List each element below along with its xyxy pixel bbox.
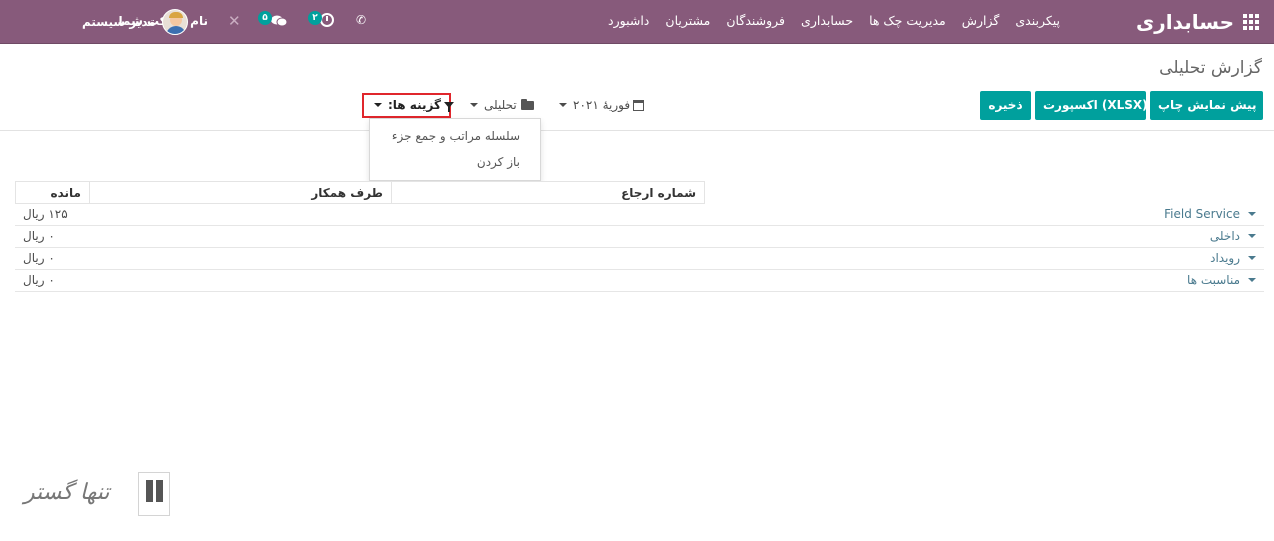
menu-item-customers[interactable]: مشتریان [657,0,718,44]
row-label-text: مناسبت ها [1187,273,1240,287]
print-preview-button[interactable]: پیش نمایش چاپ [1150,91,1263,120]
watermark-text: تنها گستر [24,480,110,505]
chevron-down-icon [374,103,382,107]
app-brand: حسابداری [1135,10,1234,34]
row-label-text: رویداد [1210,251,1240,265]
apps-grid-icon[interactable] [1243,14,1259,30]
table-row[interactable]: داخلی ۰ ریال [15,226,1264,248]
analytic-filter-dropdown[interactable]: تحلیلی [464,96,534,114]
menu-item-accounting[interactable]: حسابداری [793,0,861,44]
caret-down-icon [1248,234,1256,238]
row-label[interactable]: داخلی [1210,229,1256,243]
chevron-down-icon [559,103,567,107]
row-label-text: داخلی [1209,229,1240,243]
row-label[interactable]: Field Service [1164,207,1256,221]
menu-item-dashboard[interactable]: داشبورد [600,0,657,44]
table-row[interactable]: رویداد ۰ ریال [15,248,1264,270]
page-title: گزارش تحلیلی [1159,58,1262,78]
row-balance: ۰ ریال [23,229,55,243]
menu-item-check-management[interactable]: مدیریت چک ها [861,0,954,44]
top-navbar: حسابداری داشبورد مشتریان فروشندگان حسابد… [0,0,1274,44]
messages-chat-icon[interactable] [271,14,287,28]
date-filter-label: فوریهٔ ۲۰۲۱ [573,98,631,112]
row-label-text: Field Service [1164,207,1240,221]
phone-icon[interactable]: ✆ [356,12,366,28]
caret-down-icon [1248,278,1256,282]
menu-item-vendors[interactable]: فروشندگان [718,0,793,44]
watermark: تنها گستر [24,472,170,518]
user-menu[interactable]: مدیر سیستم [82,7,188,37]
export-xlsx-button[interactable]: اکسپورت (XLSX) [1035,91,1148,120]
chevron-down-icon [470,103,478,107]
option-hierarchy-subtotals[interactable]: سلسله مراتب و جمع جزء [392,129,520,143]
calendar-icon [633,99,645,111]
row-balance: ۱۲۵ ریال [23,207,68,221]
activities-count-badge: ۲ [308,11,322,25]
date-filter-dropdown[interactable]: فوریهٔ ۲۰۲۱ [553,96,645,114]
analytic-filter-label: تحلیلی [484,98,517,112]
row-balance: ۰ ریال [23,251,55,265]
folder-icon [520,98,534,110]
table-row[interactable]: مناسبت ها ۰ ریال [15,270,1264,292]
column-header-balance: مانده [15,181,90,204]
options-filter-dropdown[interactable]: گزینه ها: [368,96,454,114]
caret-down-icon [1248,212,1256,216]
table-row[interactable]: Field Service ۱۲۵ ریال [15,204,1264,226]
avatar [161,9,188,35]
watermark-logo [138,472,170,516]
caret-down-icon [1248,256,1256,260]
close-icon[interactable]: ✕ [228,13,241,29]
menu-item-configuration[interactable]: پیکربندی [1007,0,1068,44]
row-label[interactable]: مناسبت ها [1187,273,1256,287]
column-header-partner: طرف همکار [89,181,392,204]
row-label[interactable]: رویداد [1210,251,1256,265]
save-button[interactable]: ذخیره [980,91,1031,120]
toolbar-divider [0,130,1274,131]
user-name: مدیر سیستم [82,15,156,29]
option-unfold-all[interactable]: باز کردن [477,155,520,169]
options-filter-label: گزینه ها: [388,98,441,112]
column-header-reference: شماره ارجاع [391,181,705,204]
options-dropdown-menu: سلسله مراتب و جمع جزء باز کردن [369,118,541,181]
activity-clock-icon[interactable] [320,13,334,27]
filter-icon [443,102,454,112]
messages-count-badge: ۵ [258,11,272,25]
main-menu: داشبورد مشتریان فروشندگان حسابداری مدیری… [600,0,1068,44]
menu-item-reporting[interactable]: گزارش [954,0,1008,44]
row-balance: ۰ ریال [23,273,55,287]
